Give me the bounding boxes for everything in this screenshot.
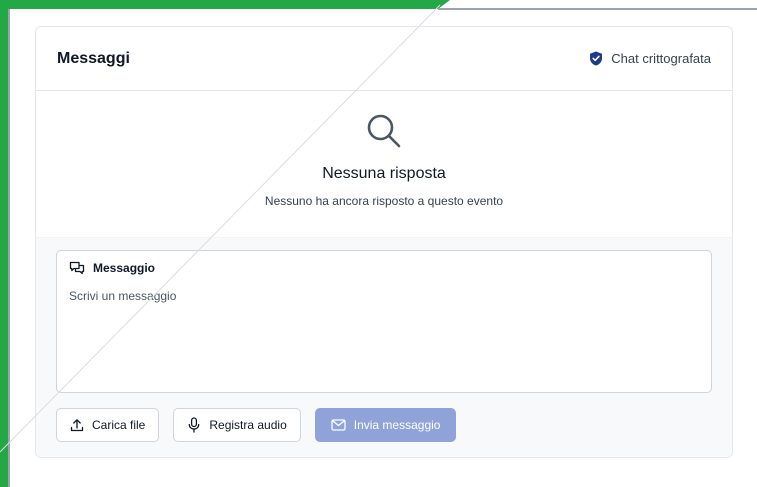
- record-audio-button[interactable]: Registra audio: [173, 408, 301, 442]
- chat-bubbles-icon: [69, 261, 85, 275]
- shield-check-icon: [590, 51, 603, 66]
- empty-state: Nessuna risposta Nessuno ha ancora rispo…: [36, 91, 732, 237]
- message-label-text: Messaggio: [93, 261, 156, 275]
- send-message-button[interactable]: Invia messaggio: [314, 408, 457, 442]
- messages-card: Messaggi Chat crittografata Nessuna risp…: [35, 26, 733, 458]
- search-icon: [367, 114, 401, 148]
- encryption-status: Chat crittografata: [589, 51, 711, 66]
- empty-state-subtitle: Nessuno ha ancora risposto a questo even…: [264, 194, 504, 208]
- message-box: Messaggio: [56, 250, 712, 393]
- card-header: Messaggi Chat crittografata: [36, 27, 732, 91]
- composer-actions: Carica file Registra audio Invia messagg…: [56, 408, 712, 442]
- card-title: Messaggi: [57, 49, 130, 67]
- microphone-icon: [189, 417, 200, 433]
- envelope-icon: [331, 419, 346, 431]
- upload-icon: [70, 419, 84, 432]
- send-message-label: Invia messaggio: [353, 418, 441, 432]
- message-input[interactable]: [69, 289, 699, 375]
- upload-file-button[interactable]: Carica file: [56, 408, 160, 442]
- message-label: Messaggio: [69, 261, 699, 275]
- message-composer: Messaggio Carica file Registra audio: [36, 237, 732, 457]
- empty-state-title: Nessuna risposta: [322, 165, 446, 182]
- encryption-label: Chat crittografata: [611, 51, 711, 66]
- record-audio-label: Registra audio: [209, 418, 287, 432]
- upload-file-label: Carica file: [92, 418, 146, 432]
